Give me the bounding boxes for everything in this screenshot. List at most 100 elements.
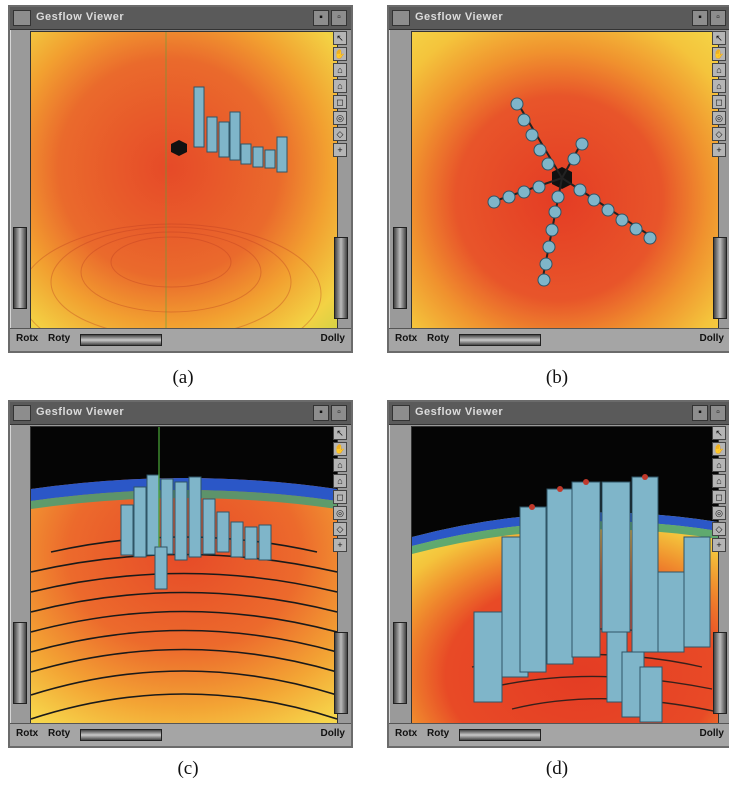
- 3d-viewport[interactable]: [411, 426, 719, 730]
- right-thumbwheel[interactable]: [713, 632, 727, 714]
- left-thumbwheel[interactable]: [13, 227, 27, 309]
- panel-a: Gesflow Viewer ▪ ▫ ↖ ✋ ⌂ ⌂ ◻ ◎ ◇ + Rotx …: [8, 5, 358, 400]
- maximize-button[interactable]: ▫: [331, 10, 347, 26]
- viewer-toolbar: ↖ ✋ ⌂ ⌂ ◻ ◎ ◇ +: [712, 426, 728, 552]
- home-icon[interactable]: ⌂: [333, 458, 347, 472]
- right-thumbwheel[interactable]: [334, 237, 348, 319]
- seek-icon[interactable]: ◎: [333, 506, 347, 520]
- rotx-label: Rotx: [395, 728, 418, 739]
- viewer-toolbar: ↖ ✋ ⌂ ⌂ ◻ ◎ ◇ +: [712, 31, 728, 157]
- caption-a: (a): [172, 367, 194, 388]
- zoom-icon[interactable]: +: [333, 538, 347, 552]
- dolly-label: Dolly: [699, 728, 724, 739]
- viewer-toolbar: ↖ ✋ ⌂ ⌂ ◻ ◎ ◇ +: [333, 426, 349, 552]
- set-home-icon[interactable]: ⌂: [333, 79, 347, 93]
- home-icon[interactable]: ⌂: [712, 63, 726, 77]
- bottom-bar: Rotx Roty Dolly: [10, 723, 351, 746]
- title-bar: Gesflow Viewer ▪ ▫: [10, 7, 351, 30]
- hand-icon[interactable]: ✋: [333, 47, 347, 61]
- minimize-button[interactable]: ▪: [692, 10, 708, 26]
- window-menu-button[interactable]: [392, 10, 410, 26]
- title-bar: Gesflow Viewer ▪ ▫: [389, 402, 729, 425]
- dolly-label: Dolly: [320, 333, 345, 344]
- window-title: Gesflow Viewer: [415, 406, 504, 418]
- panel-c: Gesflow Viewer ▪ ▫ ↖ ✋ ⌂ ⌂ ◻ ◎ ◇ + Rotx …: [8, 400, 358, 792]
- dolly-label: Dolly: [699, 333, 724, 344]
- perspective-icon[interactable]: ◇: [712, 127, 726, 141]
- 3d-viewport[interactable]: [30, 31, 338, 335]
- minimize-button[interactable]: ▪: [313, 10, 329, 26]
- roty-label: Roty: [48, 333, 71, 344]
- roty-thumbwheel[interactable]: [459, 729, 541, 741]
- view-all-icon[interactable]: ◻: [712, 490, 726, 504]
- maximize-button[interactable]: ▫: [710, 10, 726, 26]
- zoom-icon[interactable]: +: [333, 143, 347, 157]
- pointer-icon[interactable]: ↖: [333, 31, 347, 45]
- window-title: Gesflow Viewer: [415, 11, 504, 23]
- pointer-icon[interactable]: ↖: [712, 426, 726, 440]
- bottom-bar: Rotx Roty Dolly: [389, 723, 729, 746]
- roty-label: Roty: [427, 728, 450, 739]
- caption-c: (c): [177, 758, 199, 779]
- roty-thumbwheel[interactable]: [80, 334, 162, 346]
- viewer-toolbar: ↖ ✋ ⌂ ⌂ ◻ ◎ ◇ +: [333, 31, 349, 157]
- view-all-icon[interactable]: ◻: [333, 490, 347, 504]
- perspective-icon[interactable]: ◇: [333, 522, 347, 536]
- perspective-icon[interactable]: ◇: [333, 127, 347, 141]
- viewer-window-c: Gesflow Viewer ▪ ▫ ↖ ✋ ⌂ ⌂ ◻ ◎ ◇ + Rotx …: [8, 400, 353, 748]
- minimize-button[interactable]: ▪: [313, 405, 329, 421]
- window-title: Gesflow Viewer: [36, 406, 125, 418]
- rotx-label: Rotx: [395, 333, 418, 344]
- maximize-button[interactable]: ▫: [331, 405, 347, 421]
- left-thumbwheel[interactable]: [393, 622, 407, 704]
- seek-icon[interactable]: ◎: [712, 506, 726, 520]
- pointer-icon[interactable]: ↖: [333, 426, 347, 440]
- zoom-icon[interactable]: +: [712, 538, 726, 552]
- panel-b: Gesflow Viewer ▪ ▫ ↖ ✋ ⌂ ⌂ ◻ ◎ ◇ + Rotx …: [387, 5, 729, 400]
- pointer-icon[interactable]: ↖: [712, 31, 726, 45]
- left-thumbwheel[interactable]: [393, 227, 407, 309]
- title-bar: Gesflow Viewer ▪ ▫: [10, 402, 351, 425]
- right-thumbwheel[interactable]: [334, 632, 348, 714]
- rotx-label: Rotx: [16, 333, 39, 344]
- window-menu-button[interactable]: [13, 10, 31, 26]
- set-home-icon[interactable]: ⌂: [712, 79, 726, 93]
- roty-thumbwheel[interactable]: [459, 334, 541, 346]
- rotx-label: Rotx: [16, 728, 39, 739]
- home-icon[interactable]: ⌂: [333, 63, 347, 77]
- caption-d: (d): [545, 758, 569, 779]
- right-thumbwheel[interactable]: [713, 237, 727, 319]
- flow-field: [31, 32, 337, 334]
- roty-label: Roty: [427, 333, 450, 344]
- roty-thumbwheel[interactable]: [80, 729, 162, 741]
- hand-icon[interactable]: ✋: [712, 442, 726, 456]
- bottom-bar: Rotx Roty Dolly: [10, 328, 351, 351]
- hand-icon[interactable]: ✋: [712, 47, 726, 61]
- 3d-viewport[interactable]: [30, 426, 338, 730]
- window-menu-button[interactable]: [392, 405, 410, 421]
- maximize-button[interactable]: ▫: [710, 405, 726, 421]
- home-icon[interactable]: ⌂: [712, 458, 726, 472]
- title-bar: Gesflow Viewer ▪ ▫: [389, 7, 729, 30]
- view-all-icon[interactable]: ◻: [712, 95, 726, 109]
- roty-label: Roty: [48, 728, 71, 739]
- left-thumbwheel[interactable]: [13, 622, 27, 704]
- seek-icon[interactable]: ◎: [333, 111, 347, 125]
- caption-b: (b): [545, 367, 569, 388]
- minimize-button[interactable]: ▪: [692, 405, 708, 421]
- seek-icon[interactable]: ◎: [712, 111, 726, 125]
- viewer-window-b: Gesflow Viewer ▪ ▫ ↖ ✋ ⌂ ⌂ ◻ ◎ ◇ + Rotx …: [387, 5, 729, 353]
- view-all-icon[interactable]: ◻: [333, 95, 347, 109]
- bottom-bar: Rotx Roty Dolly: [389, 328, 729, 351]
- 3d-viewport[interactable]: [411, 31, 719, 335]
- viewer-window-d: Gesflow Viewer ▪ ▫ ↖ ✋ ⌂ ⌂ ◻ ◎ ◇ + Rotx …: [387, 400, 729, 748]
- viewer-window-a: Gesflow Viewer ▪ ▫ ↖ ✋ ⌂ ⌂ ◻ ◎ ◇ + Rotx …: [8, 5, 353, 353]
- hand-icon[interactable]: ✋: [333, 442, 347, 456]
- window-menu-button[interactable]: [13, 405, 31, 421]
- window-title: Gesflow Viewer: [36, 11, 125, 23]
- dolly-label: Dolly: [320, 728, 345, 739]
- perspective-icon[interactable]: ◇: [712, 522, 726, 536]
- zoom-icon[interactable]: +: [712, 143, 726, 157]
- set-home-icon[interactable]: ⌂: [333, 474, 347, 488]
- set-home-icon[interactable]: ⌂: [712, 474, 726, 488]
